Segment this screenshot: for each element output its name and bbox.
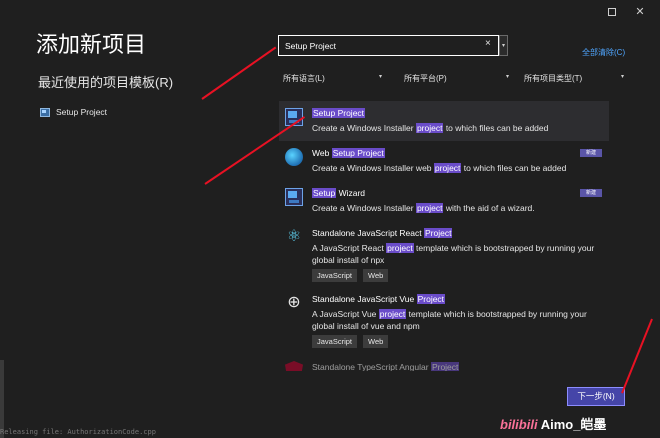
template-description: A JavaScript Vue project template which … bbox=[312, 309, 587, 331]
vue-icon: ⊕ bbox=[287, 294, 301, 311]
add-new-project-dialog: ✕ 添加新项目 最近使用的项目模板(R) Setup Project Setup… bbox=[0, 0, 660, 438]
status-text: Releasing file: AuthorizationCode.cpp bbox=[0, 428, 156, 436]
template-title: Standalone TypeScript Angular Project bbox=[312, 362, 460, 371]
template-description: Create a Windows Installer project to wh… bbox=[312, 123, 549, 133]
tag-web: Web bbox=[363, 335, 389, 348]
clear-all-link[interactable]: 全部清除(C) bbox=[582, 47, 625, 58]
platform-filter[interactable]: 所有平台(P) ▾ bbox=[404, 73, 509, 89]
chevron-down-icon: ▾ bbox=[505, 74, 509, 80]
tag-javascript: JavaScript bbox=[312, 269, 358, 282]
bilibili-logo: bilibili bbox=[500, 417, 538, 432]
language-filter[interactable]: 所有语言(L) ▾ bbox=[283, 73, 382, 89]
annotation-arrow bbox=[621, 318, 653, 394]
template-description: Create a Windows Installer project with … bbox=[312, 203, 535, 213]
template-item-setup-wizard[interactable]: Setup Wizard Create a Windows Installer … bbox=[279, 181, 609, 221]
template-title: Web Setup Project bbox=[312, 148, 385, 158]
new-badge: 新建 bbox=[580, 149, 602, 157]
tag-list: JavaScript Web bbox=[312, 269, 389, 282]
recent-item-label: Setup Project bbox=[56, 107, 108, 117]
search-input[interactable]: Setup Project bbox=[278, 35, 499, 56]
background-editor-strip bbox=[0, 360, 4, 438]
dialog-title: 添加新项目 bbox=[36, 32, 147, 57]
template-item-react[interactable]: ⚛ Standalone JavaScript React Project A … bbox=[279, 221, 609, 287]
platform-filter-label: 所有平台(P) bbox=[404, 74, 447, 83]
template-item-web-setup-project[interactable]: Web Setup Project Create a Windows Insta… bbox=[279, 141, 609, 181]
template-description: A JavaScript React project template whic… bbox=[312, 243, 595, 265]
template-results-list: Setup Project Create a Windows Installer… bbox=[279, 101, 609, 371]
template-item-setup-project[interactable]: Setup Project Create a Windows Installer… bbox=[279, 101, 609, 141]
react-icon: ⚛ bbox=[286, 228, 302, 245]
globe-icon bbox=[285, 148, 303, 166]
watermark-text: Aimo_皑墨 bbox=[540, 417, 607, 432]
language-filter-label: 所有语言(L) bbox=[283, 74, 325, 83]
project-type-filter[interactable]: 所有项目类型(T) ▾ bbox=[524, 73, 624, 89]
next-button[interactable]: 下一步(N) bbox=[567, 387, 625, 406]
chevron-down-icon: ▾ bbox=[378, 74, 382, 80]
search-history-dropdown[interactable]: ▾ bbox=[499, 35, 508, 56]
angular-icon bbox=[285, 361, 303, 371]
project-type-filter-label: 所有项目类型(T) bbox=[524, 74, 583, 83]
tag-web: Web bbox=[363, 269, 389, 282]
clear-search-icon[interactable]: × bbox=[485, 38, 491, 49]
template-title: Setup Wizard bbox=[312, 188, 366, 198]
new-badge: 新建 bbox=[580, 189, 602, 197]
annotation-arrow bbox=[201, 46, 277, 100]
recent-templates-heading: 最近使用的项目模板(R) bbox=[38, 75, 174, 90]
close-button[interactable]: ✕ bbox=[630, 4, 650, 20]
chevron-down-icon: ▾ bbox=[620, 74, 624, 80]
template-item-angular[interactable]: Standalone TypeScript Angular Project bbox=[279, 353, 609, 371]
setup-project-icon bbox=[40, 107, 50, 117]
tag-javascript: JavaScript bbox=[312, 335, 358, 348]
watermark: bilibili Aimo_皑墨 bbox=[500, 414, 606, 433]
template-title: Standalone JavaScript Vue Project bbox=[312, 294, 446, 304]
template-title: Standalone JavaScript React Project bbox=[312, 228, 453, 238]
setup-wizard-icon bbox=[285, 188, 303, 206]
template-item-vue[interactable]: ⊕ Standalone JavaScript Vue Project A Ja… bbox=[279, 287, 609, 353]
restore-icon bbox=[608, 8, 616, 16]
template-description: Create a Windows Installer web project t… bbox=[312, 163, 567, 173]
restore-button[interactable] bbox=[604, 4, 620, 20]
template-title: Setup Project bbox=[312, 108, 366, 118]
recent-item-setup-project[interactable]: Setup Project bbox=[40, 107, 107, 117]
tag-list: JavaScript Web bbox=[312, 335, 389, 348]
